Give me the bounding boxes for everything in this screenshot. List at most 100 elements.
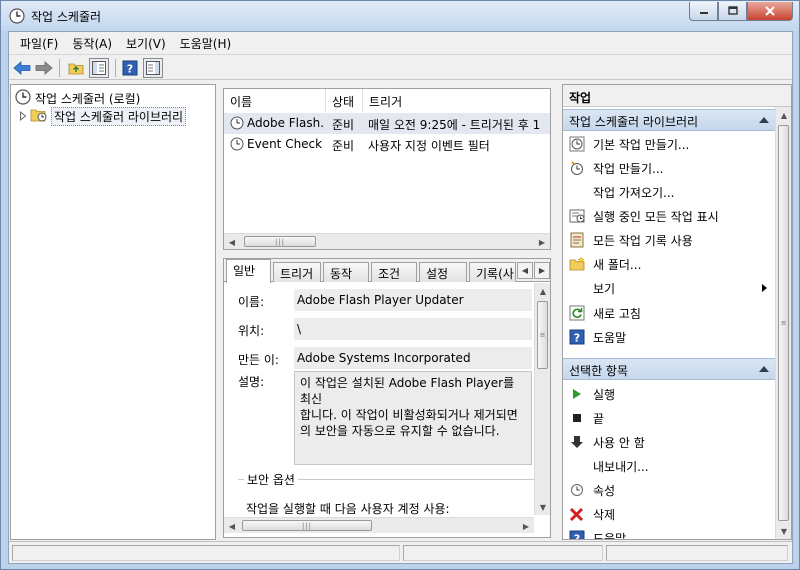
scroll-left-icon[interactable]: ◀	[224, 234, 240, 249]
tab-history[interactable]: 기록(사	[469, 262, 516, 282]
scroll-down-icon[interactable]: ▼	[776, 523, 791, 539]
tab-conditions[interactable]: 조건	[371, 262, 417, 282]
task-list: 이름 상태 트리거 Adobe Flash... 준비 매일 오전 9:25에 …	[223, 88, 551, 250]
up-folder-button[interactable]	[66, 58, 86, 78]
detail-vscrollbar[interactable]: ▲ ≡ ▼	[534, 283, 550, 515]
task-list-hscrollbar[interactable]: ◀ ||| ▶	[224, 233, 550, 249]
scroll-up-icon[interactable]: ▲	[535, 283, 550, 299]
action-help[interactable]: ? 도움말	[563, 325, 775, 349]
action-enable-all-history[interactable]: 모든 작업 기록 사용	[563, 228, 775, 252]
svg-text:?: ?	[127, 63, 133, 76]
task-trigger: 매일 오전 9:25에 - 트리거된 후 1	[368, 118, 541, 132]
table-row[interactable]: Event Check6 준비 사용자 지정 이벤트 필터	[224, 134, 550, 155]
section-selected-title: 선택한 항목	[569, 364, 629, 378]
action-view[interactable]: 보기	[563, 276, 775, 300]
name-field[interactable]: Adobe Flash Player Updater	[294, 289, 532, 311]
running-tasks-icon	[569, 208, 585, 224]
action-properties[interactable]: 속성	[563, 478, 775, 502]
action-run[interactable]: 실행	[563, 382, 775, 406]
action-create-basic-task[interactable]: 기본 작업 만들기...	[563, 132, 775, 156]
forward-button[interactable]	[34, 58, 54, 78]
action-help-selected[interactable]: ? 도움말	[563, 526, 775, 540]
location-field[interactable]: \	[294, 318, 532, 340]
scroll-thumb[interactable]: ≡	[537, 301, 548, 369]
security-options-text: 작업을 실행할 때 다음 사용자 계정 사용:	[246, 502, 450, 515]
blank-icon	[569, 184, 585, 200]
tree-item-library[interactable]: 작업 스케줄러 라이브러리	[19, 107, 187, 126]
scroll-down-icon[interactable]: ▼	[535, 499, 550, 515]
tab-actions[interactable]: 동작	[323, 262, 369, 282]
name-label: 이름:	[238, 295, 265, 309]
tab-general[interactable]: 일반	[226, 259, 271, 283]
action-label: 끝	[593, 411, 605, 426]
description-line: 의 보안을 자동으로 유지할 수 없습니다.	[300, 424, 500, 438]
scroll-right-icon[interactable]: ▶	[534, 234, 550, 249]
actions-vscrollbar[interactable]: ▲ ≡ ▼	[775, 107, 791, 539]
detail-hscrollbar[interactable]: ◀ ||| ▶	[224, 517, 534, 533]
menu-view[interactable]: 보기(V)	[119, 32, 173, 54]
action-disable[interactable]: 사용 안 함	[563, 430, 775, 454]
general-tab-content: 이름: Adobe Flash Player Updater 위치: \ 만든 …	[224, 283, 550, 515]
tab-scroll-left-icon[interactable]: ◀	[517, 262, 533, 279]
action-create-task[interactable]: 작업 만들기...	[563, 156, 775, 180]
description-line: 이 작업은 설치된 Adobe Flash Player를 최신	[300, 376, 515, 406]
task-status: 준비	[332, 139, 355, 153]
menu-bar: 파일(F) 동작(A) 보기(V) 도움말(H)	[9, 32, 792, 54]
action-end[interactable]: 끝	[563, 406, 775, 430]
action-label: 삭제	[593, 507, 616, 522]
action-refresh[interactable]: 새로 고침	[563, 301, 775, 325]
minimize-button[interactable]	[689, 2, 718, 21]
section-library[interactable]: 작업 스케줄러 라이브러리	[563, 109, 775, 131]
author-field[interactable]: Adobe Systems Incorporated	[294, 347, 532, 369]
svg-text:?: ?	[574, 332, 580, 345]
scroll-up-icon[interactable]: ▲	[776, 107, 791, 123]
action-label: 도움말	[593, 531, 627, 540]
author-label: 만든 이:	[238, 353, 279, 367]
action-import-task[interactable]: 작업 가져오기...	[563, 180, 775, 204]
scroll-thumb[interactable]: |||	[242, 520, 372, 531]
stop-icon	[569, 410, 585, 426]
tab-settings[interactable]: 설정	[419, 262, 467, 282]
action-export[interactable]: 내보내기...	[563, 454, 775, 478]
menu-action[interactable]: 동작(A)	[65, 32, 119, 54]
action-delete[interactable]: 삭제	[563, 502, 775, 526]
scroll-right-icon[interactable]: ▶	[518, 518, 534, 534]
action-label: 사용 안 함	[593, 435, 645, 450]
tab-triggers[interactable]: 트리거	[273, 262, 321, 282]
back-button[interactable]	[12, 58, 32, 78]
description-field[interactable]: 이 작업은 설치된 Adobe Flash Player를 최신 합니다. 이 …	[294, 371, 532, 465]
column-header-trigger[interactable]: 트리거	[363, 89, 550, 111]
action-display-running-tasks[interactable]: 실행 중인 모든 작업 표시	[563, 204, 775, 228]
close-button[interactable]	[747, 2, 793, 21]
action-label: 보기	[593, 281, 616, 296]
scroll-thumb[interactable]: ≡	[778, 125, 789, 521]
expand-arrow-icon[interactable]	[19, 110, 27, 124]
menu-help[interactable]: 도움말(H)	[173, 32, 239, 54]
menu-file[interactable]: 파일(F)	[13, 32, 65, 54]
detail-tabs: 일반 트리거 동작 조건 설정 기록(사 ◀ ▶	[224, 259, 550, 283]
actions-pane: 작업 작업 스케줄러 라이브러리 기본 작업 만들기... 작업 만들기... …	[562, 84, 792, 540]
collapse-caret-icon[interactable]	[759, 117, 769, 123]
status-cell	[12, 545, 400, 561]
action-new-folder[interactable]: 새 폴더...	[563, 252, 775, 276]
run-icon	[569, 386, 585, 402]
maximize-button[interactable]	[718, 2, 747, 21]
show-hide-tree-button[interactable]	[89, 58, 109, 78]
title-bar[interactable]: 작업 스케줄러	[1, 1, 799, 31]
toolbar-separator	[59, 59, 60, 77]
tab-scroll-right-icon[interactable]: ▶	[534, 262, 550, 279]
disable-icon	[569, 434, 585, 450]
status-cell	[403, 545, 603, 561]
table-row[interactable]: Adobe Flash... 준비 매일 오전 9:25에 - 트리거된 후 1	[224, 113, 550, 134]
section-selected-item[interactable]: 선택한 항목	[563, 358, 775, 380]
scroll-thumb[interactable]: |||	[244, 236, 316, 247]
help-toolbar-button[interactable]: ?	[120, 58, 140, 78]
show-hide-action-pane-button[interactable]	[143, 58, 163, 78]
action-label: 실행 중인 모든 작업 표시	[593, 209, 719, 224]
column-header-status[interactable]: 상태	[326, 89, 363, 111]
tree-root-item[interactable]: 작업 스케줄러 (로컬)	[15, 89, 140, 108]
column-header-name[interactable]: 이름	[224, 89, 326, 111]
scroll-left-icon[interactable]: ◀	[224, 518, 240, 534]
collapse-caret-icon[interactable]	[759, 366, 769, 372]
history-icon	[569, 232, 585, 248]
